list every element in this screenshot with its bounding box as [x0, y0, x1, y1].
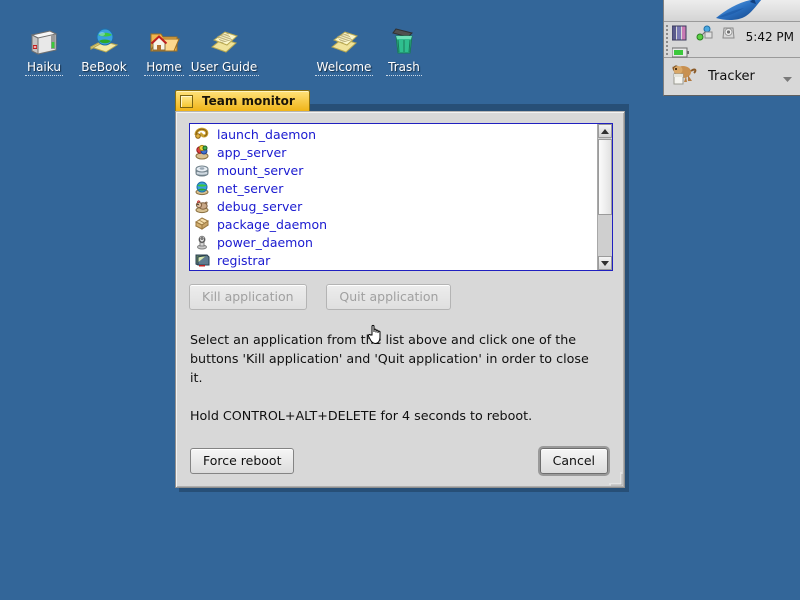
trash-icon	[388, 25, 420, 57]
scrollbar-thumb[interactable]	[598, 139, 612, 215]
description-line-2: Hold CONTROL+ALT+DELETE for 4 seconds to…	[190, 406, 598, 425]
desktop-icon-label: Trash	[386, 61, 422, 76]
deskbar[interactable]: 5:42 PM Tracker	[663, 0, 800, 96]
window-title: Team monitor	[202, 94, 295, 108]
mount-server-icon	[194, 162, 210, 178]
team-list-item-label: net_server	[217, 181, 283, 196]
team-list-item-label: package_daemon	[217, 217, 327, 232]
power-daemon-icon	[194, 234, 210, 250]
team-list-item[interactable]: debug_server	[190, 197, 597, 215]
package-daemon-icon	[194, 216, 210, 232]
team-monitor-window[interactable]: Team monitor launch_daemon app_server mo…	[175, 90, 625, 488]
workspaces-icon[interactable]	[672, 25, 690, 44]
deskbar-logo[interactable]	[664, 0, 800, 22]
tray-drag-grip[interactable]	[666, 25, 669, 55]
team-list-item-label: launch_daemon	[217, 127, 316, 142]
app-server-icon	[194, 144, 210, 160]
registrar-icon	[194, 252, 210, 268]
team-list-item-label: power_daemon	[217, 235, 313, 250]
desktop-icon-label: Haiku	[25, 61, 63, 76]
description-text: Select an application from the list abov…	[190, 330, 598, 425]
document-icon	[208, 25, 240, 57]
volume-icon[interactable]	[720, 25, 738, 44]
team-list-item-label: mount_server	[217, 163, 303, 178]
deskbar-app-label: Tracker	[708, 69, 755, 84]
resize-handle[interactable]	[609, 472, 623, 486]
tracker-dog-icon	[670, 61, 700, 92]
desktop-icon-user-guide[interactable]: User Guide	[188, 25, 260, 76]
window-footer: Force reboot Cancel	[189, 446, 611, 476]
scroll-up-icon[interactable]	[598, 124, 612, 138]
desktop-icon-label: User Guide	[189, 61, 259, 76]
force-reboot-button[interactable]: Force reboot	[190, 448, 294, 474]
team-list-item[interactable]: net_server	[190, 179, 597, 197]
window-title-tab[interactable]: Team monitor	[175, 90, 310, 111]
team-list-item[interactable]: launch_daemon	[190, 125, 597, 143]
team-list-item-label: app_server	[217, 145, 286, 160]
desktop-icon-label: Home	[144, 61, 183, 76]
description-line-1: Select an application from the list abov…	[190, 330, 598, 387]
desktop-icon-area: Haiku BeBook Home User Guide	[0, 0, 660, 90]
hard-drive-icon	[28, 25, 60, 57]
cancel-button[interactable]: Cancel	[540, 448, 608, 474]
window-titlebar[interactable]: Team monitor	[175, 90, 625, 111]
document-icon	[328, 25, 360, 57]
desktop-icon-label: BeBook	[79, 61, 128, 76]
team-list-items[interactable]: launch_daemon app_server mount_server ne…	[190, 124, 597, 270]
team-list-item-label: registrar	[217, 253, 270, 268]
team-list-item[interactable]: mount_server	[190, 161, 597, 179]
network-status-icon[interactable]	[696, 25, 714, 44]
action-button-row: Kill application Quit application	[189, 284, 451, 310]
net-server-icon	[194, 180, 210, 196]
desktop-icon-label: Welcome	[315, 61, 374, 76]
team-list-item-label: debug_server	[217, 199, 302, 214]
team-list-view[interactable]: launch_daemon app_server mount_server ne…	[189, 123, 613, 271]
kill-application-button[interactable]: Kill application	[189, 284, 307, 310]
vertical-scrollbar[interactable]	[597, 124, 612, 270]
team-list-item-partial[interactable]	[190, 269, 597, 270]
debug-server-icon	[194, 198, 210, 214]
globe-book-icon	[88, 25, 120, 57]
close-box[interactable]	[180, 95, 193, 108]
chevron-down-icon[interactable]	[783, 72, 792, 86]
deskbar-app-list: Tracker	[664, 58, 800, 95]
window-body: launch_daemon app_server mount_server ne…	[175, 111, 625, 488]
team-list-item[interactable]: package_daemon	[190, 215, 597, 233]
scroll-down-icon[interactable]	[598, 256, 612, 270]
description-spacer	[190, 387, 598, 406]
team-list-item[interactable]: registrar	[190, 251, 597, 269]
home-folder-icon	[148, 25, 180, 57]
team-list-item[interactable]: app_server	[190, 143, 597, 161]
haiku-leaf-icon	[664, 0, 800, 22]
deskbar-app-tracker[interactable]: Tracker	[664, 60, 800, 92]
launch-daemon-icon	[194, 126, 210, 142]
desktop-icon-trash[interactable]: Trash	[368, 25, 440, 76]
tray-clock[interactable]: 5:42 PM	[746, 30, 794, 44]
quit-application-button[interactable]: Quit application	[326, 284, 451, 310]
team-list-item[interactable]: power_daemon	[190, 233, 597, 251]
deskbar-tray[interactable]: 5:42 PM	[664, 22, 800, 58]
